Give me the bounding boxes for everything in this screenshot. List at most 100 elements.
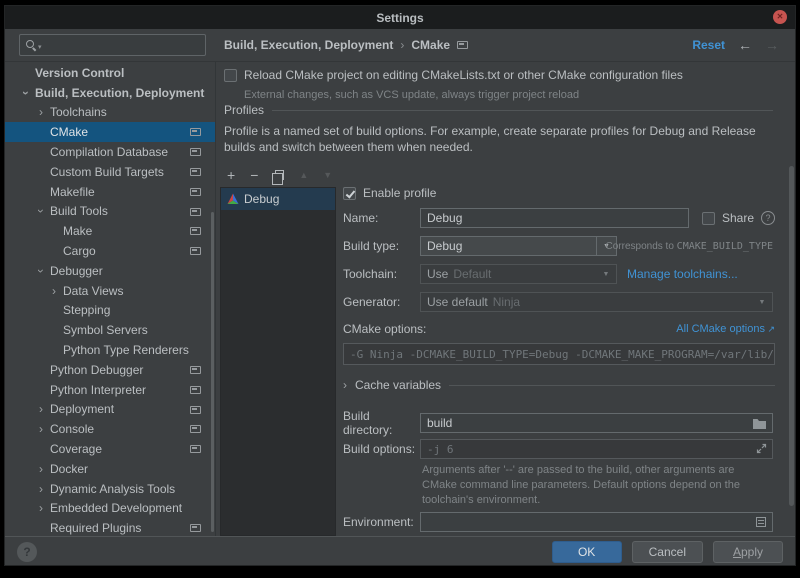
- share-checkbox[interactable]: [702, 212, 715, 225]
- apply-button[interactable]: Apply: [713, 541, 783, 563]
- settings-tree: Version Control Build, Execution, Deploy…: [5, 62, 216, 536]
- sidebar-item-python-type-renderers[interactable]: Python Type Renderers: [5, 340, 215, 360]
- help-button[interactable]: [17, 542, 37, 562]
- sidebar-item-python-debugger[interactable]: Python Debugger: [5, 360, 215, 380]
- sidebar-item-build-execution-deployment[interactable]: Build, Execution, Deployment: [5, 83, 215, 103]
- sidebar-item-symbol-servers[interactable]: Symbol Servers: [5, 320, 215, 340]
- sidebar-item-deployment[interactable]: Deployment: [5, 400, 215, 420]
- chevron-right-icon[interactable]: [343, 378, 347, 392]
- cmake-options-input[interactable]: -G Ninja -DCMAKE_BUILD_TYPE=Debug -DCMAK…: [343, 343, 775, 365]
- screen-icon: [457, 41, 468, 49]
- chevron-right-icon[interactable]: [47, 284, 61, 298]
- separator-line: [272, 110, 773, 111]
- chevron-right-icon[interactable]: [34, 422, 48, 436]
- build-options-input[interactable]: -j 6: [420, 439, 773, 459]
- build-type-label: Build type:: [343, 239, 420, 253]
- name-input[interactable]: Debug: [420, 208, 689, 228]
- settings-header: Build, Execution, Deployment › CMake Res…: [5, 29, 795, 62]
- screen-icon: [190, 406, 201, 414]
- sidebar-item-debugger[interactable]: Debugger: [5, 261, 215, 281]
- screen-icon: [190, 148, 201, 156]
- search-box[interactable]: [19, 34, 206, 56]
- chevron-down-icon[interactable]: [34, 264, 48, 278]
- search-area: [5, 34, 216, 56]
- sidebar-item-python-interpreter[interactable]: Python Interpreter: [5, 380, 215, 400]
- search-input[interactable]: [43, 38, 200, 52]
- add-profile-icon[interactable]: [227, 168, 235, 182]
- environment-variables-icon[interactable]: [755, 516, 767, 528]
- build-type-select[interactable]: Debug: [420, 236, 617, 256]
- enable-profile-checkbox[interactable]: [343, 187, 356, 200]
- manage-toolchains-link[interactable]: Manage toolchains...: [627, 267, 738, 281]
- screen-icon: [190, 168, 201, 176]
- toolchain-label: Toolchain:: [343, 267, 420, 281]
- profiles-description: Profile is a named set of build options.…: [224, 123, 786, 155]
- back-arrow-icon[interactable]: ←: [738, 38, 752, 52]
- sidebar-item-compilation-database[interactable]: Compilation Database: [5, 142, 215, 162]
- profile-list-toolbar: [227, 167, 332, 183]
- sidebar-item-cargo[interactable]: Cargo: [5, 241, 215, 261]
- share-help-icon[interactable]: [761, 211, 775, 225]
- expand-icon[interactable]: [756, 443, 767, 454]
- build-directory-row: Build directory: build: [343, 409, 775, 437]
- reload-cmake-checkbox[interactable]: [224, 69, 237, 82]
- combo-arrow-icon[interactable]: [752, 293, 772, 311]
- chevron-down-icon[interactable]: [34, 204, 48, 218]
- chevron-right-icon[interactable]: [34, 501, 48, 515]
- cache-variables-section[interactable]: Cache variables: [343, 378, 775, 392]
- sidebar-scrollbar[interactable]: [211, 212, 214, 532]
- sidebar-item-dynamic-analysis-tools[interactable]: Dynamic Analysis Tools: [5, 479, 215, 499]
- profile-list-item-debug[interactable]: Debug: [221, 188, 335, 210]
- content-scrollbar[interactable]: [789, 166, 794, 506]
- combo-arrow-icon[interactable]: [596, 265, 616, 283]
- chevron-right-icon[interactable]: [34, 402, 48, 416]
- sidebar-item-custom-build-targets[interactable]: Custom Build Targets: [5, 162, 215, 182]
- sidebar-item-cmake[interactable]: CMake: [5, 122, 215, 142]
- build-options-row: Build options: -j 6: [343, 439, 775, 459]
- folder-icon[interactable]: [752, 417, 767, 429]
- environment-input[interactable]: [420, 512, 773, 532]
- sidebar-item-stepping[interactable]: Stepping: [5, 301, 215, 321]
- breadcrumb-parent[interactable]: Build, Execution, Deployment: [224, 38, 393, 52]
- settings-window: Settings Build, Execution, Deployment › …: [4, 5, 796, 566]
- copy-profile-icon[interactable]: [275, 170, 284, 180]
- sidebar-item-console[interactable]: Console: [5, 419, 215, 439]
- chevron-right-icon[interactable]: [34, 482, 48, 496]
- all-cmake-options-link[interactable]: All CMake options: [676, 323, 775, 335]
- ok-button[interactable]: OK: [552, 541, 622, 563]
- reload-cmake-checkbox-row[interactable]: Reload CMake project on editing CMakeLis…: [224, 68, 683, 82]
- sidebar-item-makefile[interactable]: Makefile: [5, 182, 215, 202]
- chevron-right-icon[interactable]: [34, 105, 48, 119]
- chevron-right-icon[interactable]: [34, 462, 48, 476]
- screen-icon: [190, 128, 201, 136]
- breadcrumb-separator: ›: [400, 38, 404, 52]
- generator-select[interactable]: Use defaultNinja: [420, 292, 773, 312]
- cancel-button[interactable]: Cancel: [632, 541, 703, 563]
- build-type-hint: Corresponds to CMAKE_BUILD_TYPE: [606, 241, 773, 252]
- sidebar-item-required-plugins[interactable]: Required Plugins: [5, 518, 215, 536]
- sidebar-item-make[interactable]: Make: [5, 221, 215, 241]
- search-history-chevron-icon[interactable]: [38, 36, 42, 54]
- sidebar-item-version-control[interactable]: Version Control: [5, 63, 215, 83]
- sidebar-item-embedded-development[interactable]: Embedded Development: [5, 499, 215, 519]
- build-directory-label: Build directory:: [343, 409, 420, 437]
- enable-profile-label: Enable profile: [363, 186, 436, 200]
- screen-icon: [190, 227, 201, 235]
- close-icon[interactable]: [773, 10, 787, 24]
- sidebar-item-build-tools[interactable]: Build Tools: [5, 202, 215, 222]
- breadcrumb-current: CMake: [411, 38, 450, 52]
- enable-profile-row[interactable]: Enable profile: [343, 186, 775, 200]
- move-up-icon: [299, 168, 308, 182]
- reset-link[interactable]: Reset: [692, 38, 725, 52]
- chevron-down-icon[interactable]: [19, 86, 33, 100]
- sidebar-item-docker[interactable]: Docker: [5, 459, 215, 479]
- sidebar-item-toolchains[interactable]: Toolchains: [5, 103, 215, 123]
- sidebar-item-data-views[interactable]: Data Views: [5, 281, 215, 301]
- generator-row: Generator: Use defaultNinja: [343, 292, 775, 312]
- name-label: Name:: [343, 211, 420, 225]
- remove-profile-icon[interactable]: [250, 168, 258, 182]
- sidebar-item-coverage[interactable]: Coverage: [5, 439, 215, 459]
- build-directory-input[interactable]: build: [420, 413, 773, 433]
- toolchain-select[interactable]: UseDefault: [420, 264, 617, 284]
- title-bar: Settings: [5, 6, 795, 29]
